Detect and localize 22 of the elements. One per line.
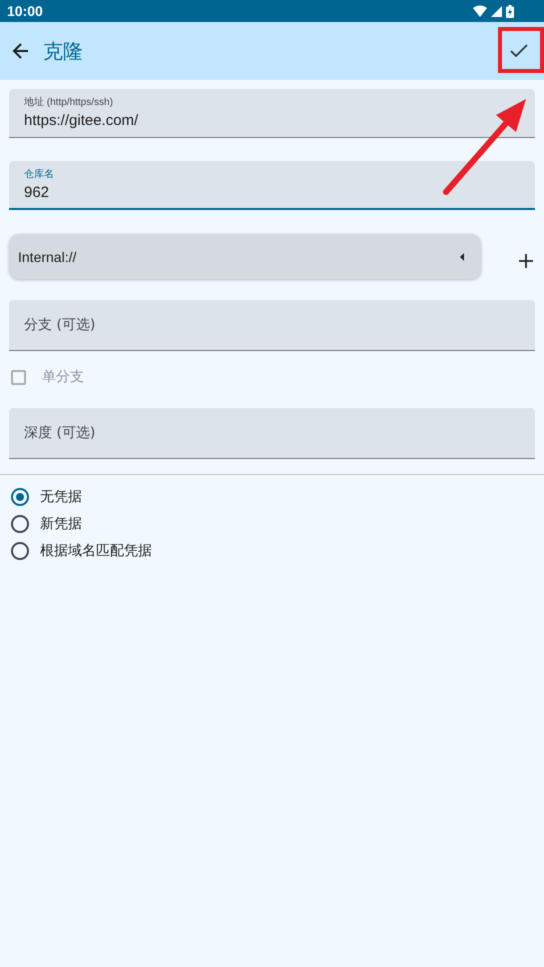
- text-field[interactable]: 深度 (可选): [9, 408, 535, 459]
- wifi-icon: [473, 5, 487, 17]
- caret-icon: [459, 252, 465, 260]
- add-icon[interactable]: [519, 254, 533, 268]
- radio-label: 新凭据: [40, 514, 82, 532]
- text-field[interactable]: 地址 (http/https/ssh) https://gitee.com/: [9, 89, 535, 138]
- battery-icon: [506, 4, 514, 18]
- radio-button[interactable]: [11, 488, 29, 506]
- text-field[interactable]: 仓库名 962: [9, 161, 535, 210]
- text-field[interactable]: 分支 (可选): [9, 300, 535, 351]
- radio-label: 无凭据: [40, 488, 82, 506]
- status-time: 10:00: [7, 3, 43, 19]
- radio-button[interactable]: [11, 514, 29, 532]
- radio-button[interactable]: [11, 542, 29, 560]
- check-icon[interactable]: [510, 44, 528, 58]
- signal-icon: [491, 6, 502, 16]
- highlight-frame: [498, 27, 544, 73]
- back-icon[interactable]: [12, 42, 30, 60]
- screen-title: 克隆: [43, 38, 84, 64]
- checkbox-label: 单分支: [42, 368, 84, 386]
- radio-label: 根据域名匹配凭据: [40, 542, 152, 560]
- storage-dropdown[interactable]: Internal://: [9, 234, 481, 279]
